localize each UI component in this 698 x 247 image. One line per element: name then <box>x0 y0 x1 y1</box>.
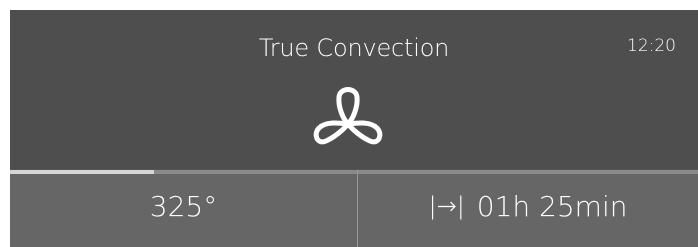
end-time-icon: |→| <box>428 192 465 220</box>
timer-value: 01h 25min <box>476 190 628 223</box>
oven-display: True Convection 12:20 325° |→| 01h 25min <box>10 10 698 247</box>
clock: 12:20 <box>627 36 676 56</box>
progress-fill <box>10 170 155 174</box>
progress-bar <box>10 170 698 174</box>
fan-icon[interactable] <box>313 79 383 169</box>
timer-setting[interactable]: |→| 01h 25min <box>358 190 698 223</box>
mode-title: True Convection <box>258 34 450 62</box>
temperature-setting[interactable]: 325° <box>10 190 357 223</box>
